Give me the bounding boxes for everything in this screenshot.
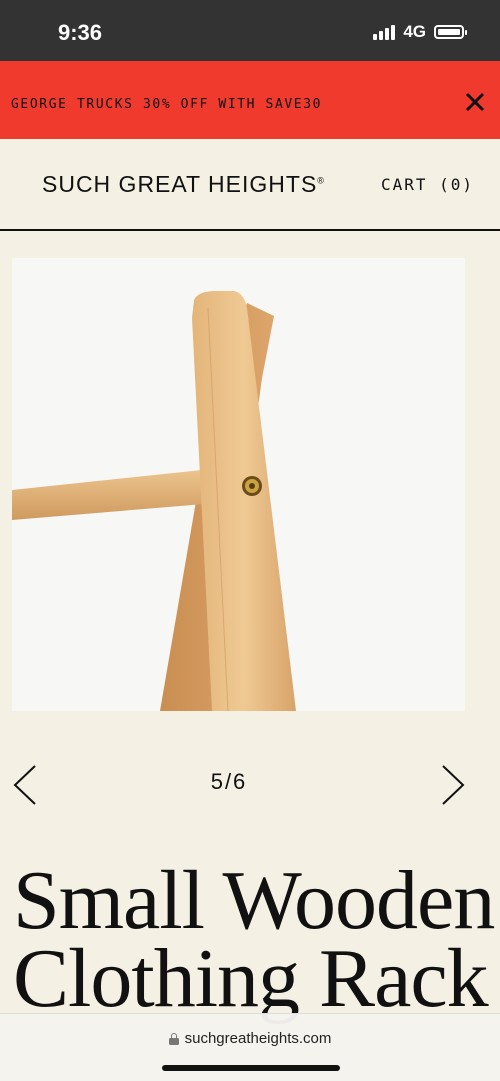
cart-link[interactable]: CART (0): [381, 175, 474, 194]
close-icon[interactable]: [464, 91, 486, 113]
home-indicator[interactable]: [162, 1065, 340, 1071]
promo-banner: GEORGE TRUCKS 30% OFF WITH SAVE30: [0, 61, 500, 139]
promo-text: GEORGE TRUCKS 30% OFF WITH SAVE30: [11, 97, 323, 112]
url-row[interactable]: suchgreatheights.com: [0, 1030, 500, 1047]
status-time: 9:36: [58, 20, 103, 45]
signal-icon: [373, 24, 396, 40]
product-title-line-2: Clothing Rack: [13, 932, 489, 1025]
battery-icon: [434, 25, 467, 39]
gallery-nav: 5/6: [0, 755, 500, 815]
chevron-right-icon[interactable]: [440, 763, 466, 812]
status-bar: 9:36 4G: [0, 0, 500, 61]
registered-mark: ®: [317, 175, 325, 186]
browser-address-bar[interactable]: suchgreatheights.com: [0, 1013, 500, 1081]
logo-text: SUCH GREAT HEIGHTS: [42, 171, 318, 197]
logo[interactable]: SUCH GREAT HEIGHTS®: [42, 171, 325, 198]
network-label: 4G: [403, 22, 426, 41]
lock-icon: [168, 1032, 179, 1045]
product-image[interactable]: [12, 258, 465, 711]
image-counter: 5/6: [210, 769, 248, 794]
site-header: SUCH GREAT HEIGHTS® CART (0): [0, 139, 500, 231]
wooden-rack-photo: [12, 291, 296, 711]
product-title: Small Wooden Clothing Rack: [13, 859, 500, 1021]
status-indicators: 4G: [373, 22, 467, 42]
url-text: suchgreatheights.com: [184, 1030, 332, 1047]
